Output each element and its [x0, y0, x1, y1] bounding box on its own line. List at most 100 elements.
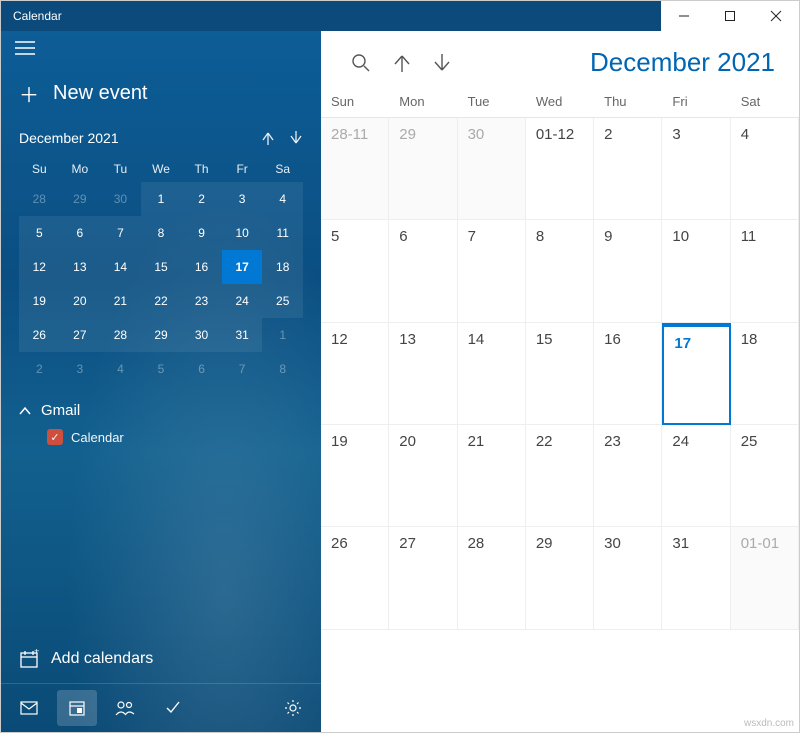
day-cell[interactable]: 6 — [389, 220, 457, 322]
account-gmail[interactable]: Gmail — [19, 402, 303, 419]
day-cell[interactable]: 23 — [594, 425, 662, 527]
mini-day-cell[interactable]: 23 — [181, 284, 222, 318]
nav-people-button[interactable] — [105, 690, 145, 726]
search-button[interactable] — [351, 53, 371, 73]
mini-day-cell[interactable]: 19 — [19, 284, 60, 318]
maximize-button[interactable] — [707, 1, 753, 31]
day-cell[interactable]: 31 — [662, 527, 730, 629]
mini-day-cell[interactable]: 1 — [141, 182, 182, 216]
mini-prev-button[interactable] — [261, 131, 275, 145]
day-cell[interactable]: 30 — [458, 118, 526, 220]
add-calendars-button[interactable]: + Add calendars — [1, 635, 321, 683]
mini-day-cell[interactable]: 8 — [262, 352, 303, 386]
mini-day-cell[interactable]: 9 — [181, 216, 222, 250]
hamburger-button[interactable] — [1, 31, 321, 65]
mini-day-cell[interactable]: 7 — [100, 216, 141, 250]
day-cell[interactable]: 22 — [526, 425, 594, 527]
mini-day-cell[interactable]: 16 — [181, 250, 222, 284]
mini-day-cell[interactable]: 6 — [181, 352, 222, 386]
mini-day-cell[interactable]: 12 — [19, 250, 60, 284]
mini-day-cell[interactable]: 25 — [262, 284, 303, 318]
mini-dow: Sa — [262, 156, 303, 182]
mini-day-cell[interactable]: 11 — [262, 216, 303, 250]
mini-day-cell[interactable]: 5 — [19, 216, 60, 250]
close-button[interactable] — [753, 1, 799, 31]
day-cell[interactable]: 9 — [594, 220, 662, 322]
minimize-button[interactable] — [661, 1, 707, 31]
mini-day-cell[interactable]: 8 — [141, 216, 182, 250]
mini-day-cell[interactable]: 15 — [141, 250, 182, 284]
day-cell[interactable]: 3 — [662, 118, 730, 220]
mini-day-cell[interactable]: 28 — [19, 182, 60, 216]
mini-day-cell[interactable]: 31 — [222, 318, 263, 352]
mini-day-cell[interactable]: 28 — [100, 318, 141, 352]
day-cell[interactable]: 01-12 — [526, 118, 594, 220]
mini-day-cell[interactable]: 29 — [60, 182, 101, 216]
day-cell[interactable]: 13 — [389, 323, 457, 425]
day-cell[interactable]: 8 — [526, 220, 594, 322]
day-cell[interactable]: 15 — [526, 323, 594, 425]
day-cell[interactable]: 30 — [594, 527, 662, 629]
mini-day-cell[interactable]: 26 — [19, 318, 60, 352]
mini-day-cell[interactable]: 21 — [100, 284, 141, 318]
mini-day-cell[interactable]: 24 — [222, 284, 263, 318]
mini-day-cell[interactable]: 30 — [100, 182, 141, 216]
mini-day-cell[interactable]: 6 — [60, 216, 101, 250]
next-month-button[interactable] — [433, 53, 451, 73]
day-cell[interactable]: 20 — [389, 425, 457, 527]
nav-settings-button[interactable] — [273, 690, 313, 726]
day-cell[interactable]: 5 — [321, 220, 389, 322]
day-cell[interactable]: 29 — [389, 118, 457, 220]
day-cell[interactable]: 28 — [458, 527, 526, 629]
prev-month-button[interactable] — [393, 53, 411, 73]
month-label[interactable]: December 2021 — [590, 47, 775, 78]
mini-day-cell[interactable]: 22 — [141, 284, 182, 318]
mini-day-cell[interactable]: 10 — [222, 216, 263, 250]
mini-day-cell[interactable]: 30 — [181, 318, 222, 352]
nav-todo-button[interactable] — [153, 690, 193, 726]
mini-next-button[interactable] — [289, 131, 303, 145]
mini-day-cell[interactable]: 3 — [222, 182, 263, 216]
mini-day-cell[interactable]: 4 — [100, 352, 141, 386]
day-cell[interactable]: 12 — [321, 323, 389, 425]
day-cell[interactable]: 14 — [458, 323, 526, 425]
day-cell[interactable]: 2 — [594, 118, 662, 220]
mini-day-cell[interactable]: 7 — [222, 352, 263, 386]
new-event-button[interactable]: ＋ New event — [1, 65, 321, 130]
mini-day-cell[interactable]: 5 — [141, 352, 182, 386]
calendar-subitem[interactable]: ✓ Calendar — [19, 419, 303, 445]
day-cell[interactable]: 27 — [389, 527, 457, 629]
day-cell[interactable]: 24 — [662, 425, 730, 527]
new-event-label: New event — [53, 82, 148, 105]
nav-calendar-button[interactable] — [57, 690, 97, 726]
day-cell[interactable]: 21 — [458, 425, 526, 527]
day-cell[interactable]: 18 — [731, 323, 799, 425]
mini-day-cell[interactable]: 20 — [60, 284, 101, 318]
day-cell[interactable]: 19 — [321, 425, 389, 527]
day-cell[interactable]: 16 — [594, 323, 662, 425]
mini-day-cell[interactable]: 1 — [262, 318, 303, 352]
mini-day-cell[interactable]: 27 — [60, 318, 101, 352]
calendar-checkbox-icon[interactable]: ✓ — [47, 429, 63, 445]
nav-mail-button[interactable] — [9, 690, 49, 726]
mini-day-cell[interactable]: 13 — [60, 250, 101, 284]
mini-day-cell[interactable]: 14 — [100, 250, 141, 284]
mini-day-cell[interactable]: 2 — [19, 352, 60, 386]
day-cell[interactable]: 7 — [458, 220, 526, 322]
mini-calendar-month[interactable]: December 2021 — [19, 130, 261, 146]
day-cell[interactable]: 26 — [321, 527, 389, 629]
day-cell[interactable]: 10 — [662, 220, 730, 322]
day-cell[interactable]: 01-01 — [731, 527, 799, 629]
day-cell[interactable]: 29 — [526, 527, 594, 629]
mini-day-cell[interactable]: 4 — [262, 182, 303, 216]
day-cell[interactable]: 4 — [731, 118, 799, 220]
day-cell[interactable]: 28-11 — [321, 118, 389, 220]
mini-day-cell[interactable]: 18 — [262, 250, 303, 284]
day-cell[interactable]: 17 — [662, 323, 730, 425]
mini-day-cell[interactable]: 17 — [222, 250, 263, 284]
day-cell[interactable]: 25 — [731, 425, 799, 527]
day-cell[interactable]: 11 — [731, 220, 799, 322]
mini-day-cell[interactable]: 2 — [181, 182, 222, 216]
mini-day-cell[interactable]: 3 — [60, 352, 101, 386]
mini-day-cell[interactable]: 29 — [141, 318, 182, 352]
